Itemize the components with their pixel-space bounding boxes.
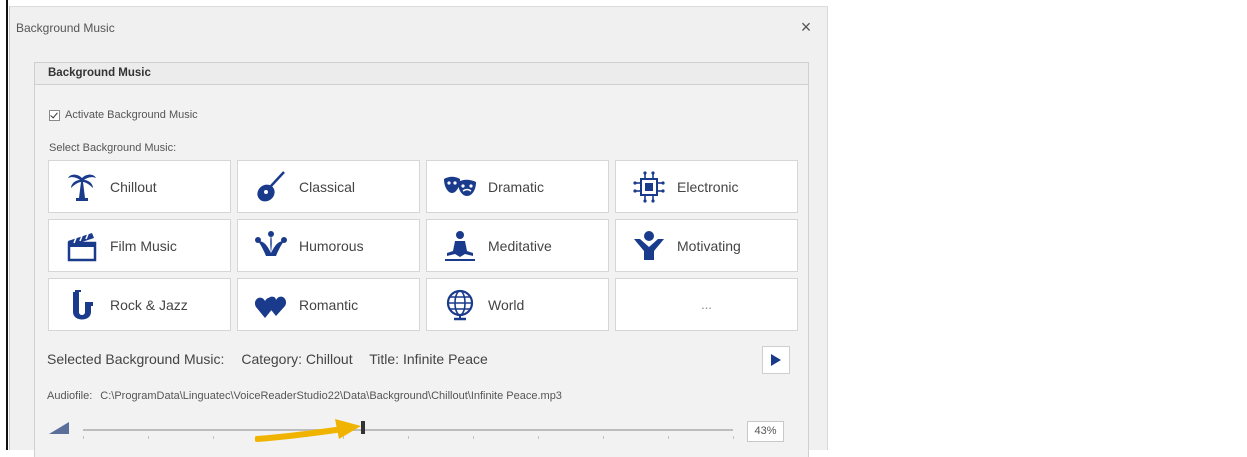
slider-tick (603, 436, 604, 439)
select-background-music-label: Select Background Music: (49, 142, 177, 154)
tile-label: ... (701, 297, 712, 312)
tile-rock-and-jazz[interactable]: Rock & Jazz (48, 278, 231, 331)
play-icon (771, 354, 781, 366)
audiofile-path: C:\ProgramData\Linguatec\VoiceReaderStud… (100, 390, 562, 402)
tile-label: Motivating (677, 237, 741, 254)
theater-masks-icon (440, 167, 480, 207)
tile-label: Film Music (110, 237, 177, 254)
audiofile-info: Audiofile: C:\ProgramData\Linguatec\Voice… (47, 390, 562, 402)
selected-prefix: Selected Background Music: (47, 351, 225, 367)
tile-motivating[interactable]: Motivating (615, 219, 798, 272)
selected-title: Title: Infinite Peace (369, 351, 488, 367)
background-music-dialog: Background Music × Background Music Acti… (9, 6, 828, 457)
slider-tick (733, 436, 734, 439)
audiofile-label: Audiofile: (47, 390, 93, 402)
dialog-title: Background Music (16, 21, 115, 35)
jester-hat-icon (251, 226, 291, 266)
hearts-icon (251, 285, 291, 325)
tile-classical[interactable]: Classical (237, 160, 420, 213)
volume-slider-track[interactable] (83, 429, 733, 431)
cheering-person-icon (629, 226, 669, 266)
tile-label: Electronic (677, 178, 739, 195)
circuit-icon (629, 167, 669, 207)
meditation-icon (440, 226, 480, 266)
activate-background-music-label[interactable]: Activate Background Music (65, 109, 198, 121)
tile-label: Romantic (299, 296, 359, 313)
palm-tree-icon (62, 167, 102, 207)
tile-label: Chillout (110, 178, 157, 195)
tile-humorous[interactable]: Humorous (237, 219, 420, 272)
left-border-line (6, 0, 8, 450)
volume-percent-box: 43% (747, 421, 784, 442)
tile-label: Humorous (299, 237, 364, 254)
tile-label: Rock & Jazz (110, 296, 188, 313)
volume-icon (49, 421, 69, 439)
group-header: Background Music (35, 63, 808, 85)
play-button[interactable] (762, 346, 790, 374)
slider-tick (148, 436, 149, 439)
tile-label: Meditative (488, 237, 552, 254)
tile-more[interactable]: ... (615, 278, 798, 331)
tile-world[interactable]: World (426, 278, 609, 331)
selected-music-info: Selected Background Music: Category: Chi… (47, 351, 501, 367)
background-music-group: Background Music Activate Background Mus… (34, 62, 809, 457)
tile-meditative[interactable]: Meditative (426, 219, 609, 272)
slider-tick (83, 436, 84, 439)
tile-label: Classical (299, 178, 356, 195)
activate-background-music-row[interactable]: Activate Background Music (49, 107, 198, 123)
globe-icon (440, 285, 480, 325)
slider-tick (473, 436, 474, 439)
tile-electronic[interactable]: Electronic (615, 160, 798, 213)
tile-film-music[interactable]: Film Music (48, 219, 231, 272)
tile-label: Dramatic (488, 178, 545, 195)
clapperboard-icon (62, 226, 102, 266)
slider-tick (668, 436, 669, 439)
slider-tick (538, 436, 539, 439)
slider-tick (213, 436, 214, 439)
tile-chillout[interactable]: Chillout (48, 160, 231, 213)
close-icon[interactable]: × (795, 16, 817, 38)
tile-label: World (488, 296, 525, 313)
selected-category: Category: Chillout (241, 351, 353, 367)
tile-romantic[interactable]: Romantic (237, 278, 420, 331)
saxophone-icon (62, 285, 102, 325)
annotation-arrow-icon (255, 419, 361, 442)
guitar-icon (251, 167, 291, 207)
activate-background-music-checkbox[interactable] (49, 109, 60, 121)
slider-tick (408, 436, 409, 439)
group-title: Background Music (48, 67, 151, 79)
tile-dramatic[interactable]: Dramatic (426, 160, 609, 213)
